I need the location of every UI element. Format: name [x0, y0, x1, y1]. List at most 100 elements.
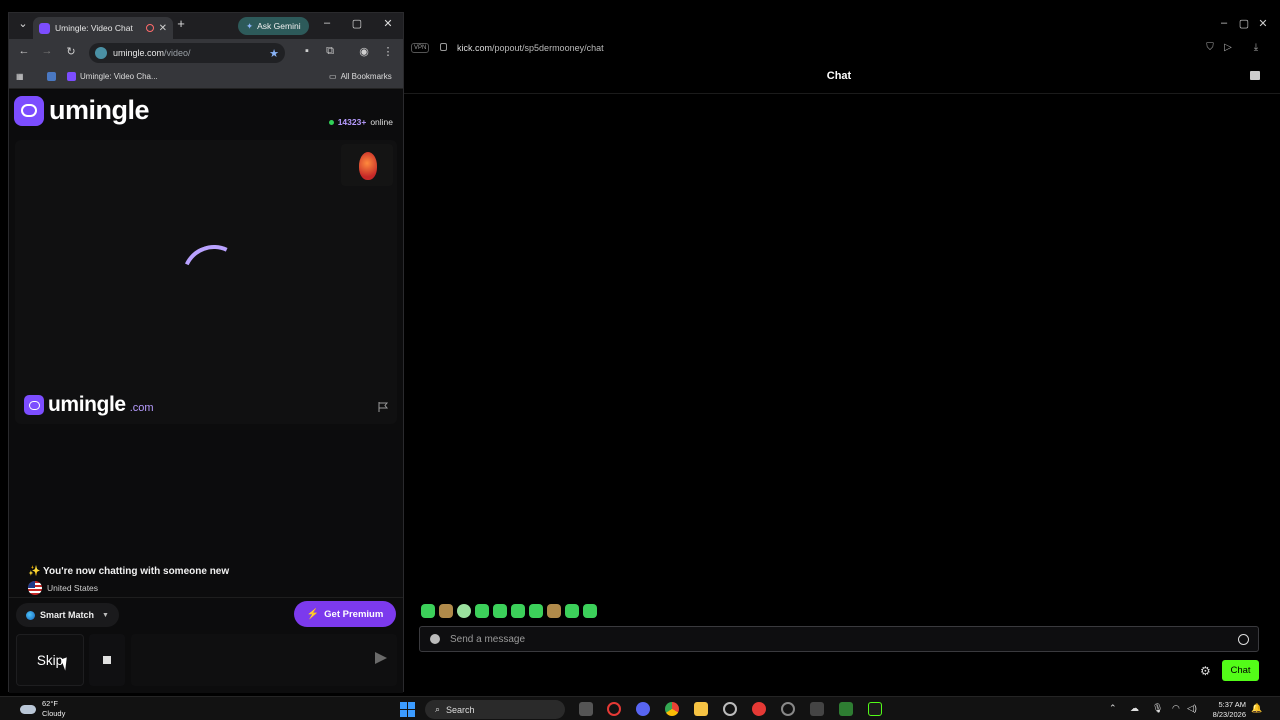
bookmark-umingle-label: Umingle: Video Cha... — [80, 72, 158, 81]
send-chat-button[interactable]: Chat — [1222, 660, 1259, 681]
lightning-icon: ⚡ — [306, 608, 320, 620]
emote-icon[interactable] — [565, 604, 579, 618]
kick-message-input[interactable]: Send a message — [419, 626, 1259, 652]
url-host: umingle.com — [113, 48, 165, 58]
site-info-icon[interactable] — [95, 47, 107, 59]
emote-icon[interactable] — [547, 604, 561, 618]
kick-close-icon[interactable]: ✕ — [1255, 17, 1271, 30]
apps-grid-icon[interactable]: ▦ — [16, 72, 24, 81]
notification-bell-icon[interactable]: 🔔 — [1251, 703, 1262, 714]
umingle-bookmark-icon — [67, 72, 76, 81]
kick-app-icon[interactable] — [868, 702, 882, 716]
reload-icon[interactable]: ↻ — [63, 45, 79, 58]
online-counter: 14323+ online — [328, 117, 393, 127]
tab-umingle[interactable]: Umingle: Video Chat ✕ — [33, 17, 173, 39]
start-windows-icon[interactable] — [400, 702, 415, 717]
all-bookmarks[interactable]: ▭ All Bookmarks — [329, 72, 392, 81]
watermark-logo-icon — [24, 395, 44, 415]
tab-search-icon[interactable]: ⌄ — [15, 17, 31, 30]
tab-close-icon[interactable]: ✕ — [159, 23, 167, 34]
taskbar-search[interactable]: ⌕ Search — [425, 700, 565, 719]
watermark-text: umingle — [48, 393, 126, 416]
microphone-icon[interactable]: 🎙 — [1152, 703, 1163, 714]
stop-button[interactable] — [89, 634, 125, 686]
online-label: online — [370, 117, 393, 127]
kick-url-path: /popout/sp5dermooney/chat — [492, 43, 604, 53]
spreadsheet-icon[interactable] — [839, 702, 853, 716]
logo-text: umingle — [49, 95, 150, 125]
menu-kebab-icon[interactable]: ⋮ — [380, 45, 396, 58]
discord-icon[interactable] — [636, 702, 650, 716]
volume-icon[interactable]: ◁) — [1187, 703, 1197, 714]
emoji-icon[interactable] — [1238, 634, 1249, 645]
bookmark-umingle[interactable]: Umingle: Video Cha... — [67, 72, 158, 81]
forward-icon[interactable]: → — [39, 45, 55, 57]
umingle-logo[interactable]: umingle — [14, 95, 150, 126]
country-label: United States — [47, 583, 99, 593]
emote-icon[interactable] — [421, 604, 435, 618]
ask-gemini-label: Ask Gemini — [257, 21, 301, 31]
game-icon[interactable] — [810, 702, 824, 716]
emote-icon[interactable] — [529, 604, 543, 618]
loading-spinner-icon — [172, 235, 256, 319]
youtube-music-icon[interactable] — [752, 702, 766, 716]
skip-label: Skip — [36, 652, 64, 668]
emote-bar — [421, 604, 597, 618]
gift-icon[interactable] — [1250, 71, 1260, 80]
skip-button[interactable]: Skip — [16, 634, 84, 686]
shield-icon[interactable]: ⛉ — [1203, 42, 1217, 53]
kick-minimize-icon[interactable]: – — [1216, 17, 1232, 29]
emote-icon[interactable] — [583, 604, 597, 618]
weather-widget[interactable]: 62°F Cloudy — [20, 699, 65, 719]
emote-icon[interactable] — [493, 604, 507, 618]
online-dot-icon — [328, 119, 334, 125]
onedrive-icon[interactable]: ☁ — [1130, 703, 1139, 714]
globe-icon — [26, 610, 35, 620]
temperature: 62°F — [42, 699, 58, 708]
kick-address-bar[interactable]: VPN kick.com/popout/sp5dermooney/chat ⛉ … — [404, 40, 1280, 58]
play-icon[interactable]: ▷ — [1221, 42, 1235, 53]
emote-icon[interactable] — [475, 604, 489, 618]
message-input[interactable] — [131, 634, 397, 686]
emote-icon[interactable] — [457, 604, 471, 618]
clock[interactable]: 5:37 AM 8/23/2026 — [1213, 700, 1246, 720]
download-icon[interactable]: ⤓ — [1249, 42, 1263, 53]
gemini-sparkle-icon: ✦ — [246, 20, 254, 31]
kick-maximize-icon[interactable]: ▢ — [1236, 17, 1252, 30]
send-arrow-icon[interactable] — [375, 652, 387, 664]
close-window-icon[interactable]: ✕ — [380, 17, 396, 30]
emote-icon[interactable] — [439, 604, 453, 618]
lock-icon — [440, 43, 447, 51]
get-premium-button[interactable]: ⚡ Get Premium — [294, 601, 396, 627]
chat-identity-icon[interactable] — [430, 634, 440, 644]
bookmark-star-icon[interactable]: ★ — [269, 47, 279, 60]
report-flag-icon[interactable] — [377, 401, 389, 413]
steam-bookmark-icon[interactable] — [47, 72, 56, 81]
tray-chevron-icon[interactable]: ⌃ — [1109, 703, 1117, 714]
back-icon[interactable]: ← — [16, 45, 32, 57]
task-view-icon[interactable] — [579, 702, 593, 716]
opera-icon[interactable] — [607, 702, 621, 716]
smart-match-dropdown[interactable]: Smart Match ▼ — [16, 603, 119, 627]
vpn-badge[interactable]: VPN — [411, 43, 430, 53]
settings-gear-icon[interactable]: ⚙ — [1200, 664, 1211, 678]
file-explorer-icon[interactable] — [694, 702, 708, 716]
header-divider — [404, 93, 1280, 94]
extensions-puzzle-icon[interactable]: ⧉ — [322, 45, 338, 58]
dragonfruit-image — [359, 152, 377, 180]
search-icon: ⌕ — [435, 704, 441, 714]
obs-icon[interactable] — [723, 702, 737, 716]
chrome-window: ⌄ Umingle: Video Chat ✕ + ✦ Ask Gemini –… — [8, 12, 404, 693]
maximize-icon[interactable]: ▢ — [349, 17, 365, 30]
emote-icon[interactable] — [511, 604, 525, 618]
extension-icon[interactable]: ▪ — [299, 45, 315, 57]
chrome-icon[interactable] — [665, 702, 679, 716]
minimize-icon[interactable]: – — [319, 17, 335, 29]
wifi-icon[interactable]: ◠ — [1172, 703, 1180, 714]
new-tab-icon[interactable]: + — [173, 16, 189, 31]
ask-gemini-button[interactable]: ✦ Ask Gemini — [238, 17, 309, 35]
app-icon[interactable] — [781, 702, 795, 716]
address-bar[interactable]: umingle.com/video/ ★ — [89, 43, 285, 63]
umingle-page: umingle 14323+ online umingle .com ✨ You… — [9, 90, 403, 693]
profile-avatar-icon[interactable]: ◉ — [356, 45, 372, 58]
